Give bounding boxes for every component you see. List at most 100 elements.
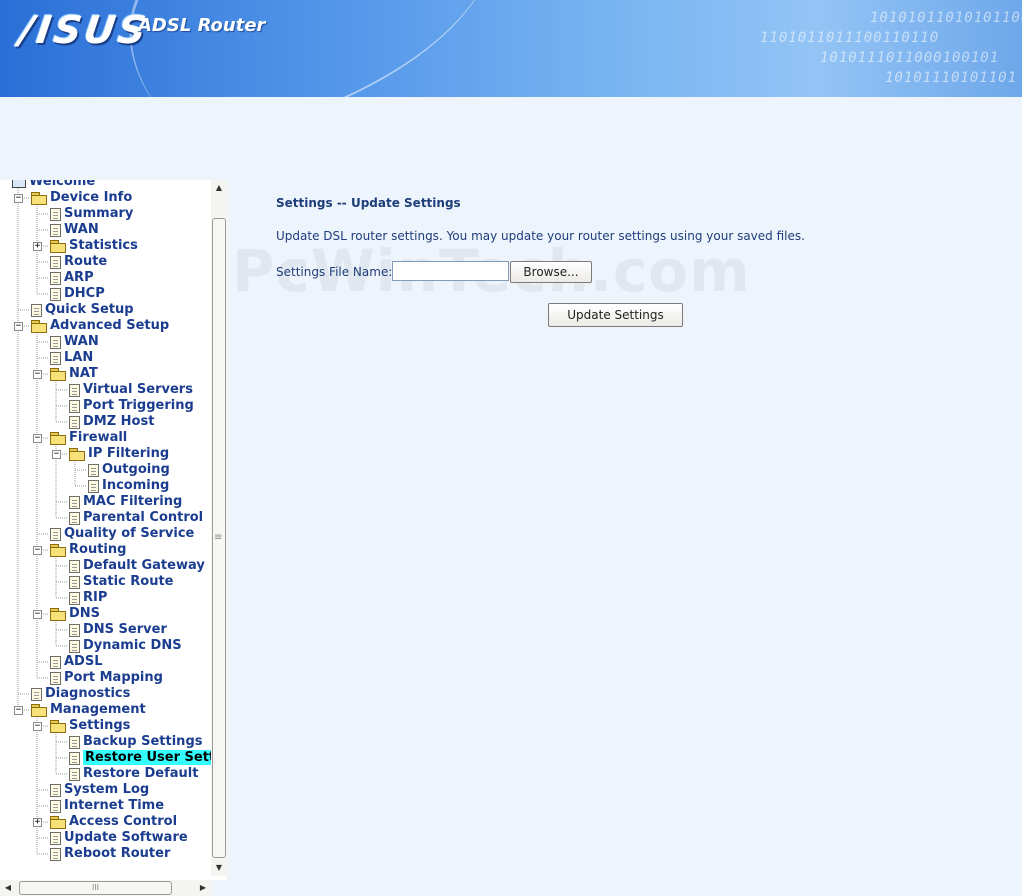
tree-item-label: Default Gateway [83,558,205,573]
tree-quality-of-service[interactable]: Quality of Service [50,526,194,542]
tree-update-software[interactable]: Update Software [50,830,188,846]
tree-vertical-scrollbar[interactable]: ▲ ≡ ▼ [211,180,227,876]
tree-backup-settings[interactable]: Backup Settings [69,734,202,750]
folder-icon [31,704,47,717]
tree-adsl[interactable]: ADSL [50,654,103,670]
computer-icon [12,180,26,188]
scroll-up-arrow-icon[interactable]: ▲ [211,180,227,196]
tree-item-label: DMZ Host [83,414,155,429]
tree-access-control[interactable]: Access Control [50,814,177,830]
expand-toggle-icon[interactable]: + [33,242,42,251]
tree-port-triggering[interactable]: Port Triggering [69,398,194,414]
page-icon [69,623,80,637]
tree-item-label: DNS Server [83,622,167,637]
tree-restore-user-settings[interactable]: Restore User Settin [69,750,211,766]
folder-icon [50,240,66,253]
tree-virtual-servers[interactable]: Virtual Servers [69,382,193,398]
tree-rip[interactable]: RIP [69,590,107,606]
tree-quick-setup[interactable]: Quick Setup [31,302,134,318]
tree-item-label: Internet Time [64,798,165,813]
tree-incoming[interactable]: Incoming [88,478,169,494]
collapse-toggle-icon[interactable]: − [33,370,42,379]
collapse-toggle-icon[interactable]: − [52,450,61,459]
page-icon [69,735,80,749]
tree-adv-wan[interactable]: WAN [50,334,99,350]
tree-item-label: Restore User Settin [83,750,211,765]
tree-item-label: ARP [64,270,94,285]
tree-item-label: Dynamic DNS [83,638,182,653]
page-icon [50,255,61,269]
tree-arp[interactable]: ARP [50,270,94,286]
collapse-toggle-icon[interactable]: − [14,322,23,331]
page-icon [50,287,61,301]
tree-lan[interactable]: LAN [50,350,93,366]
tree-item-label: Port Triggering [83,398,194,413]
page-icon [69,751,80,765]
scroll-right-arrow-icon[interactable]: ▶ [195,880,211,896]
tree-statistics[interactable]: Statistics [50,238,138,254]
page-icon [69,399,80,413]
tree-mac-filtering[interactable]: MAC Filtering [69,494,182,510]
tree-item-label: Access Control [69,814,178,829]
tree-welcome[interactable]: Welcome [12,180,95,190]
scroll-left-arrow-icon[interactable]: ◀ [0,880,16,896]
tree-item-label: Management [50,702,146,717]
tree-reboot-router[interactable]: Reboot Router [50,846,170,862]
tree-management[interactable]: Management [31,702,146,718]
tree-item-label: Static Route [83,574,174,589]
update-settings-button[interactable]: Update Settings [548,303,683,327]
tree-dmz-host[interactable]: DMZ Host [69,414,154,430]
tree-diagnostics[interactable]: Diagnostics [31,686,130,702]
tree-device-info[interactable]: Device Info [31,190,132,206]
tree-dhcp[interactable]: DHCP [50,286,105,302]
tree-route[interactable]: Route [50,254,107,270]
tree-dns-server[interactable]: DNS Server [69,622,167,638]
collapse-toggle-icon[interactable]: − [33,546,42,555]
tree-dns[interactable]: DNS [50,606,100,622]
tree-horizontal-scrollbar[interactable]: ◀ III ▶ [0,880,211,896]
tree-wan[interactable]: WAN [50,222,99,238]
tree-firewall[interactable]: Firewall [50,430,127,446]
page-icon [31,687,42,701]
tree-advanced-setup[interactable]: Advanced Setup [31,318,169,334]
page-icon [50,207,61,221]
tree-port-mapping[interactable]: Port Mapping [50,670,163,686]
page-icon [50,831,61,845]
scroll-thumb-horizontal[interactable]: III [19,881,172,895]
collapse-toggle-icon[interactable]: − [33,610,42,619]
tree-item-label: Firewall [69,430,128,445]
collapse-toggle-icon[interactable]: − [33,434,42,443]
tree-internet-time[interactable]: Internet Time [50,798,164,814]
page-icon [50,335,61,349]
tree-ip-filtering[interactable]: IP Filtering [69,446,169,462]
tree-static-route[interactable]: Static Route [69,574,173,590]
tree-dynamic-dns[interactable]: Dynamic DNS [69,638,182,654]
browse-button[interactable]: Browse... [510,261,592,283]
product-name: ADSL Router [138,15,266,36]
tree-item-label: MAC Filtering [83,494,183,509]
collapse-toggle-icon[interactable]: − [14,706,23,715]
scroll-down-arrow-icon[interactable]: ▼ [211,860,227,876]
tree-item-label: NAT [69,366,98,381]
tree-settings[interactable]: Settings [50,718,130,734]
tree-item-label: DNS [69,606,101,621]
tree-default-gateway[interactable]: Default Gateway [69,558,205,574]
tree-system-log[interactable]: System Log [50,782,149,798]
tree-summary[interactable]: Summary [50,206,133,222]
tree-parental-control[interactable]: Parental Control [69,510,203,526]
collapse-toggle-icon[interactable]: − [33,722,42,731]
expand-toggle-icon[interactable]: + [33,818,42,827]
tree-outgoing[interactable]: Outgoing [88,462,170,478]
tree-item-label: LAN [64,350,94,365]
settings-file-input[interactable] [392,261,509,281]
tree-item-label: Incoming [102,478,170,493]
tree-nat[interactable]: NAT [50,366,98,382]
folder-icon [31,192,47,205]
folder-icon [69,448,85,461]
tree-restore-default[interactable]: Restore Default [69,766,198,782]
collapse-toggle-icon[interactable]: − [14,194,23,203]
binary-decoration: 1101011011100110110 [760,30,940,46]
tree-item-label: System Log [64,782,150,797]
tree-routing[interactable]: Routing [50,542,126,558]
page-icon [69,591,80,605]
